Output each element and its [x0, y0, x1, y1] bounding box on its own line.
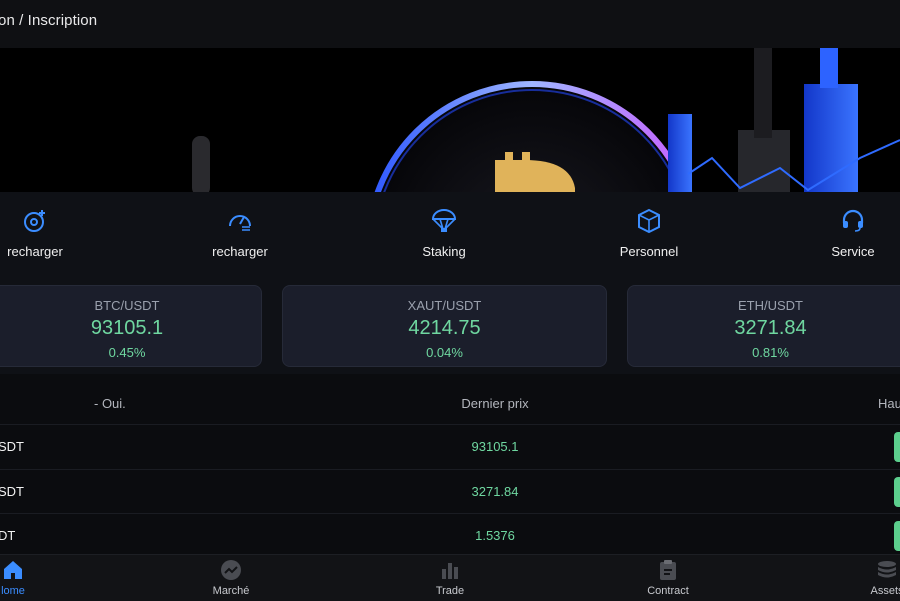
table-row[interactable]: SDT 3271.84 — [0, 469, 900, 514]
ticker-change: 0.81% — [752, 345, 789, 360]
coins-stack-icon — [875, 558, 899, 582]
market-table: - Oui. Dernier prix Hau SDT 93105.1 SDT … — [0, 374, 900, 554]
market-icon — [219, 558, 243, 582]
ticker-change: 0.45% — [108, 345, 146, 360]
shortcut-label: recharger — [212, 244, 268, 259]
tab-assets[interactable]: Assets — [842, 558, 900, 597]
shortcut-bar: recharger recharger Staking Personnel Se… — [0, 192, 900, 282]
tab-label: Contract — [647, 585, 689, 597]
row-symbol: DT — [0, 528, 16, 543]
row-price: 3271.84 — [471, 484, 519, 499]
shortcut-label: recharger — [7, 244, 63, 259]
change-badge — [894, 432, 900, 462]
row-symbol: SDT — [0, 439, 24, 454]
ticker-card-xaut[interactable]: XAUT/USDT 4214.75 0.04% — [282, 285, 607, 367]
shortcut-service[interactable]: Service — [793, 206, 900, 259]
ticker-price: 3271.84 — [734, 317, 807, 339]
tab-market[interactable]: Marché — [186, 558, 276, 597]
ticker-card-btc[interactable]: BTC/USDT 93105.1 0.45% — [0, 285, 262, 367]
tab-label: Assets — [870, 585, 900, 597]
deposit-icon — [20, 206, 50, 236]
promo-banner[interactable] — [0, 48, 900, 192]
home-icon — [1, 558, 25, 582]
column-header-price[interactable]: Dernier prix — [440, 396, 550, 411]
shortcut-personnel[interactable]: Personnel — [589, 206, 709, 259]
header: on / Inscription — [0, 0, 900, 48]
banner-artwork — [192, 48, 900, 192]
ticker-pair: XAUT/USDT — [407, 298, 482, 313]
parachute-icon — [429, 206, 459, 236]
tab-trade[interactable]: Trade — [405, 558, 495, 597]
change-badge — [894, 477, 900, 507]
tab-label: Marché — [212, 585, 250, 597]
speed-icon — [225, 206, 255, 236]
shortcut-label: Service — [831, 244, 875, 259]
column-header-name[interactable]: - Oui. — [94, 396, 126, 411]
ticker-price: 93105.1 — [90, 317, 164, 339]
row-price: 93105.1 — [471, 439, 519, 454]
bottom-tab-bar: lome Marché Trade Contract Assets — [0, 554, 900, 601]
headset-icon — [838, 206, 868, 236]
ticker-pair: ETH/USDT — [738, 298, 803, 313]
ticker-price: 4214.75 — [408, 317, 481, 339]
row-price: 1.5376 — [475, 528, 515, 543]
page-title: on / Inscription — [0, 12, 98, 29]
change-badge — [894, 521, 900, 551]
tab-home[interactable]: lome — [0, 558, 58, 597]
column-header-change[interactable]: Hau — [878, 396, 900, 411]
ticker-change: 0.04% — [426, 345, 463, 360]
shortcut-staking[interactable]: Staking — [384, 206, 504, 259]
ticker-card-eth[interactable]: ETH/USDT 3271.84 0.81% — [627, 285, 900, 367]
tab-contract[interactable]: Contract — [623, 558, 713, 597]
shortcut-label: Personnel — [619, 244, 679, 259]
ticker-strip: BTC/USDT 93105.1 0.45% XAUT/USDT 4214.75… — [0, 282, 900, 374]
tab-label: lome — [1, 585, 25, 597]
table-row[interactable]: DT 1.5376 — [0, 513, 900, 558]
cube-icon — [634, 206, 664, 236]
shortcut-recharger-2[interactable]: recharger — [180, 206, 300, 259]
table-row[interactable]: SDT 93105.1 — [0, 424, 900, 469]
bar-chart-icon — [438, 558, 462, 582]
clipboard-icon — [656, 558, 680, 582]
shortcut-label: Staking — [422, 244, 466, 259]
row-symbol: SDT — [0, 484, 24, 499]
shortcut-recharger[interactable]: recharger — [0, 206, 95, 259]
ticker-pair: BTC/USDT — [94, 298, 160, 313]
tab-label: Trade — [435, 585, 465, 597]
